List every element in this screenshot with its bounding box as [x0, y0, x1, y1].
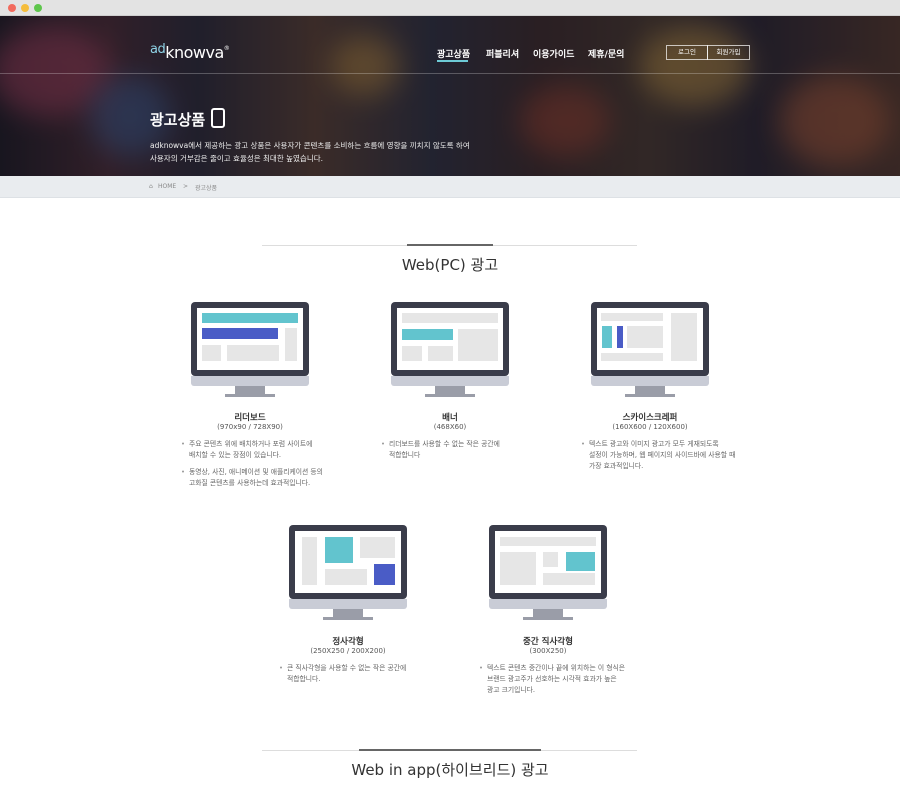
breadcrumb-separator: >	[183, 183, 189, 190]
minimize-window-icon[interactable]	[21, 4, 29, 12]
page-description-line-1: adknowva에서 제공하는 광고 상품은 사용자가 콘텐츠를 소비하는 흐름…	[150, 141, 470, 150]
logo-main-text: knowva	[165, 43, 224, 62]
card-bullet-leaderboard-2: 동영상, 사진, 애니메이션 및 애플리케이션 등의고화질 콘텐츠를 사용하는데…	[181, 467, 371, 489]
nav-item-publisher[interactable]: 퍼블리셔	[486, 47, 519, 60]
card-title-banner: 배너	[442, 413, 458, 423]
page-title: 광고상품	[150, 111, 206, 129]
logo-registered-mark: ®	[223, 45, 230, 52]
login-button[interactable]: 로그인	[666, 45, 708, 60]
card-bullet-square-1: 큰 직사각형을 사용할 수 없는 작은 공간에적합합니다.	[279, 663, 469, 685]
card-size-banner: (468X60)	[433, 423, 467, 431]
card-bullet-banner-1: 리더보드를 사용할 수 없는 작은 공간에적합합니다	[381, 439, 571, 461]
card-bullet-medium-rectangle-1: 텍스트 콘텐츠 중간이나 끝에 위치하는 이 형식은브랜드 광고주가 선호하는 …	[479, 663, 679, 696]
nav-item-ad-products[interactable]: 광고상품	[437, 47, 470, 60]
hero-banner: adknowva® 광고상품 퍼블리셔 이용가이드 제휴/문의 로그인 회원가입…	[0, 16, 900, 176]
breadcrumb-current: 광고상품	[195, 185, 218, 192]
signup-button[interactable]: 회원가입	[707, 45, 750, 60]
breadcrumb: ⌂ HOME > 광고상품	[0, 176, 900, 198]
header-divider	[0, 73, 900, 74]
card-bullet-skyscraper-1: 텍스트 광고와 이미지 광고가 모두 게재되도록설정이 가능하며, 웹 페이지의…	[581, 439, 781, 472]
card-size-square: (250X250 / 200X200)	[310, 647, 386, 655]
window-titlebar	[0, 0, 900, 16]
section-divider-accent	[359, 749, 541, 751]
section-title-web-in-app: Web in app(하이브리드) 광고	[351, 761, 549, 779]
home-icon[interactable]: ⌂	[149, 183, 153, 190]
card-title-square: 정사각형	[332, 637, 364, 647]
card-size-skyscraper: (160X600 / 120X600)	[612, 423, 688, 431]
card-title-skyscraper: 스카이스크레퍼	[622, 413, 678, 423]
page-description: adknowva에서 제공하는 광고 상품은 사용자가 콘텐츠를 소비하는 흐름…	[150, 139, 470, 165]
browser-window: adknowva® 광고상품 퍼블리셔 이용가이드 제휴/문의 로그인 회원가입…	[0, 0, 900, 800]
nav-item-guide[interactable]: 이용가이드	[533, 47, 574, 60]
breadcrumb-home[interactable]: HOME	[158, 183, 176, 190]
card-size-leaderboard: (970x90 / 728X90)	[217, 423, 283, 431]
logo-ad-text: ad	[150, 42, 166, 57]
card-bullet-leaderboard-1: 주요 콘텐츠 위에 배치하거나 포럼 사이트에배치할 수 있는 장점이 있습니다…	[181, 439, 371, 461]
section-divider-accent	[407, 244, 493, 246]
tablet-icon	[211, 108, 225, 128]
card-title-leaderboard: 리더보드	[234, 413, 266, 423]
card-size-medium-rectangle: (300X250)	[529, 647, 567, 655]
card-title-medium-rectangle: 중간 직사각형	[523, 637, 573, 647]
maximize-window-icon[interactable]	[34, 4, 42, 12]
nav-item-contact[interactable]: 제휴/문의	[588, 47, 624, 60]
close-window-icon[interactable]	[8, 4, 16, 12]
section-title-web-pc: Web(PC) 광고	[401, 256, 499, 274]
nav-active-indicator	[437, 60, 468, 62]
site-logo[interactable]: adknowva®	[150, 42, 230, 62]
page-description-line-2: 사용자의 거부감은 줄이고 효율성은 최대한 높였습니다.	[150, 154, 324, 163]
